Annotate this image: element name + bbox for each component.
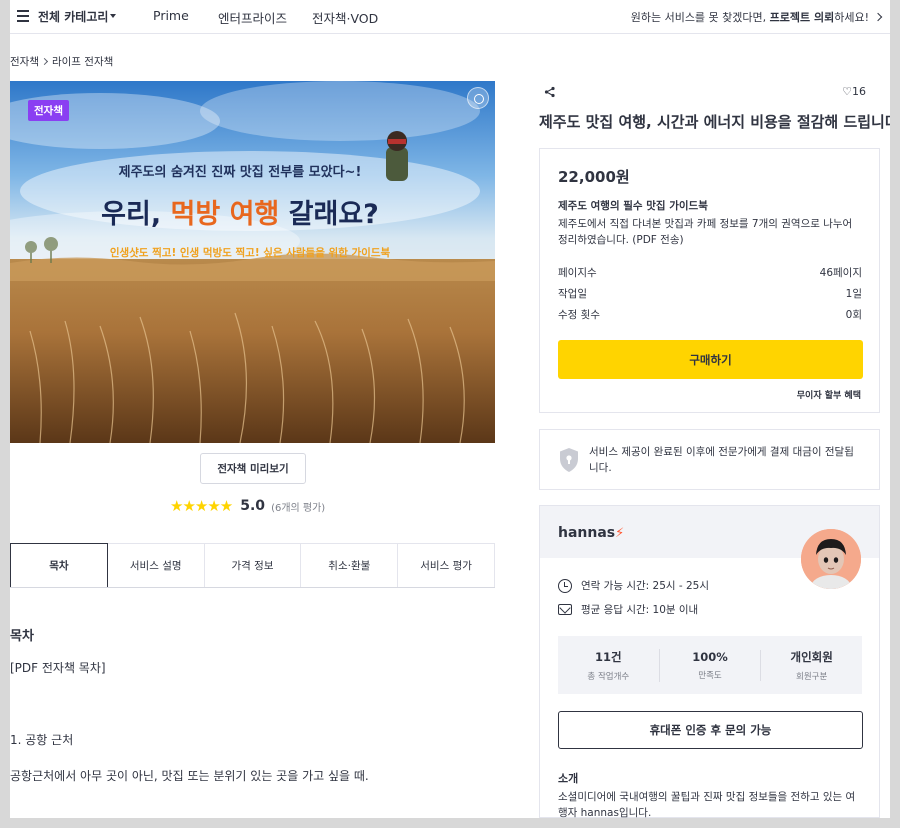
ebook-preview-button[interactable]: 전자책 미리보기 [200,453,306,484]
spec-label: 페이지수 [558,267,597,279]
spec-row: 작업일 1일 [558,286,862,301]
headline-part-b: 먹방 여행 [170,199,279,230]
stat-item: 개인회원회원구분 [761,649,862,682]
cover-headline: 우리, 먹방 여행 갈래요? [101,199,379,230]
product-image[interactable]: 제주도의 숨겨진 진짜 맛집 전부를 모았다~! 우리, 먹방 여행 갈래요? … [10,81,495,443]
tab-service-reviews[interactable]: 서비스 평가 [398,543,495,587]
heart-icon: ♡ [842,85,852,98]
spec-value: 46페이지 [819,267,862,279]
breadcrumb-item[interactable]: 라이프 전자책 [52,56,113,68]
expert-stats: 11건총 작업개수 100% 만족도 개인회원회원구분 [558,636,862,694]
tab-cancel-refund[interactable]: 취소·환불 [301,543,399,587]
interest-free-link[interactable]: 무이자 할부 혜택 [797,388,861,401]
chevron-right-icon [40,57,49,66]
spec-value: 1일 [845,288,862,300]
cover-caption-top: 제주도의 숨겨진 진짜 맛집 전부를 모았다~! [119,164,362,180]
nav-link-enterprise[interactable]: 엔터프라이즈 [218,8,287,27]
chevron-down-icon[interactable] [110,14,116,18]
content-line: [PDF 전자책 목차] [10,661,106,675]
lightning-icon: ⚡ [615,526,625,541]
content-line: 1. 공항 근처 [10,733,74,747]
section-title: 목차 [10,629,34,644]
contact-time: 연락 가능 시간: 25시 - 25시 [581,580,710,592]
promo-bold: 프로젝트 의뢰 [769,11,835,24]
spec-row: 페이지수 46페이지 [558,265,862,280]
expert-name[interactable]: hannas⚡ [558,525,624,541]
intro-text: 소셜미디어에 국내여행의 꿀팁과 진짜 맛집 정보들을 전하고 있는 여행자 h… [558,791,856,818]
rating-count: (6개의 평가) [271,502,326,514]
rating-score: 5.0 [240,498,266,514]
category-menu[interactable]: 전체 카테고리 [38,8,108,25]
top-nav: 전체 카테고리 Prime 엔터프라이즈 전자책·VOD 원하는 서비스를 못 … [10,0,890,34]
tab-table-of-contents[interactable]: 목차 [10,543,108,587]
stat-label: 회원구분 [796,671,828,682]
safe-payment-notice: 서비스 제공이 완료된 이후에 전문가에게 결제 대금이 전달됩니다. [539,429,880,490]
shield-icon [560,448,578,472]
cover-caption-bottom: 인생샷도 찍고! 인생 먹방도 찍고! 싶은 사람들을 위한 가이드북 [110,246,391,259]
avatar[interactable] [801,529,861,589]
detail-tabs: 목차 서비스 설명 가격 정보 취소·환불 서비스 평가 [10,543,495,588]
contact-time-row: 연락 가능 시간: 25시 - 25시 [558,578,709,593]
expert-name-text: hannas [558,525,616,541]
rating-summary[interactable]: ★★★★★ 5.0 (6개의 평가) [170,497,325,515]
avatar-illustration [801,529,861,589]
headline-part-a: 우리, [101,199,170,230]
intro-title: 소개 [558,772,579,785]
menu-icon[interactable] [17,10,29,22]
nav-link-ebook-vod[interactable]: 전자책·VOD [312,8,378,27]
stat-value: 개인회원 [790,649,833,664]
stat-label: 만족도 [698,670,722,681]
zoom-icon[interactable] [467,87,489,109]
cover-illustration: 제주도의 숨겨진 진짜 맛집 전부를 모았다~! 우리, 먹방 여행 갈래요? … [10,81,495,443]
stat-item: 11건총 작업개수 [558,648,660,682]
promo-suffix: 하세요! [834,11,869,24]
nav-link-prime[interactable]: Prime [153,8,189,23]
spec-label: 작업일 [558,288,587,300]
stat-value: 100% [692,649,728,664]
price-panel: 22,000원 제주도 여행의 필수 맛집 가이드북 제주도에서 직접 다녀본 … [539,148,880,413]
ebook-badge: 전자책 [28,100,69,121]
stat-value: 11건 [595,649,622,664]
safe-notice-text: 서비스 제공이 완료된 이후에 전문가에게 결제 대금이 전달됩니다. [589,446,854,474]
content-line: 공항근처에서 아무 곳이 아닌, 맛집 또는 분위기 있는 곳을 가고 싶을 때… [10,769,369,783]
contact-button[interactable]: 휴대폰 인증 후 문의 가능 [558,711,863,749]
page: 전체 카테고리 Prime 엔터프라이즈 전자책·VOD 원하는 서비스를 못 … [10,0,890,818]
share-icon[interactable] [544,86,556,98]
project-request-link[interactable]: 원하는 서비스를 못 찾겠다면, 프로젝트 의뢰하세요! [630,9,883,25]
star-rating-icon: ★★★★★ [170,497,233,515]
price: 22,000원 [558,168,630,186]
tab-price-info[interactable]: 가격 정보 [204,543,302,587]
tab-service-description[interactable]: 서비스 설명 [107,543,205,587]
spec-value: 0회 [845,309,862,321]
promo-prefix: 원하는 서비스를 못 찾겠다면, [630,11,770,24]
breadcrumb: 전자책 라이프 전자책 [10,54,113,69]
stat-item: 100% 만족도 [660,649,762,681]
package-title: 제주도 여행의 필수 맛집 가이드북 [558,200,708,212]
clock-icon [558,578,572,593]
expert-card: hannas⚡ 연락 가능 시간: 25시 - 25시 평균 응답 시간: 10… [539,505,880,818]
service-title: 제주도 맛집 여행, 시간과 에너지 비용을 절감해 드립니다. [539,113,890,131]
spec-row: 수정 횟수 0회 [558,307,862,322]
chevron-right-icon [873,12,883,22]
breadcrumb-item[interactable]: 전자책 [10,56,39,68]
response-time: 평균 응답 시간: 10분 이내 [581,604,699,616]
spec-label: 수정 횟수 [558,309,600,321]
mail-icon [558,604,572,615]
package-description: 제주도에서 직접 다녀본 맛집과 카페 정보를 7개의 권역으로 나누어 정리하… [558,218,853,246]
like-count: 16 [852,85,866,98]
response-time-row: 평균 응답 시간: 10분 이내 [558,602,698,617]
like-button[interactable]: ♡16 [842,85,866,98]
headline-part-c: 갈래요? [279,199,379,230]
stat-label: 총 작업개수 [587,671,630,682]
character-illustration [386,131,408,181]
buy-button[interactable]: 구매하기 [558,340,863,379]
